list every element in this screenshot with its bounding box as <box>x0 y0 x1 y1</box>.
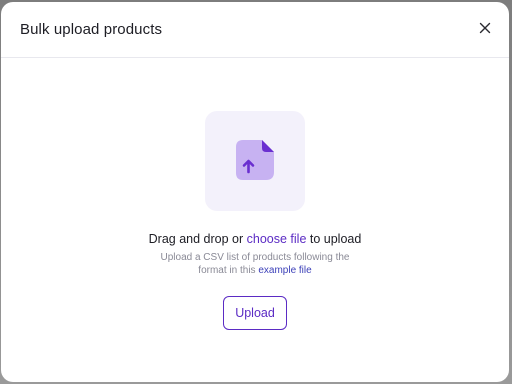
file-dropzone[interactable]: Drag and drop or choose file to upload U… <box>1 58 509 382</box>
choose-file-link[interactable]: choose file <box>247 232 307 246</box>
drag-prefix-text: Drag and drop or <box>148 232 247 246</box>
close-button[interactable] <box>475 18 495 38</box>
file-upload-icon <box>236 140 274 180</box>
bulk-upload-modal: Bulk upload products Drag and drop or ch… <box>1 2 509 382</box>
drag-drop-instruction: Drag and drop or choose file to upload <box>1 231 509 247</box>
upload-button[interactable]: Upload <box>223 296 287 330</box>
file-upload-tile <box>205 111 305 211</box>
hint-line-1: Upload a CSV list of products following … <box>160 252 350 263</box>
modal-header: Bulk upload products <box>1 2 509 58</box>
hint-line-2-prefix: format in this <box>198 265 259 276</box>
drag-suffix-text: to upload <box>306 232 362 246</box>
modal-title: Bulk upload products <box>20 21 163 38</box>
upload-hint: Upload a CSV list of products following … <box>1 251 509 277</box>
hint-line-2: format in this example file <box>1 264 509 277</box>
close-icon <box>479 22 491 34</box>
example-file-link[interactable]: example file <box>258 265 311 276</box>
